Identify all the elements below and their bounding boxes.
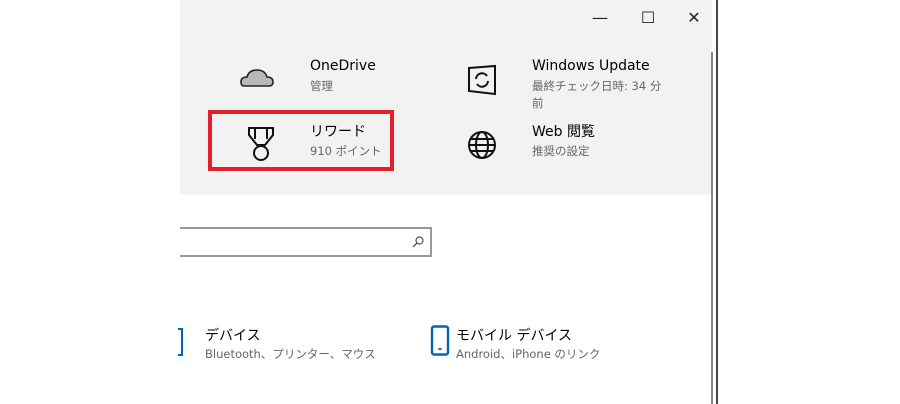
devices-icon (178, 328, 183, 356)
category-title: モバイル デバイス (456, 328, 573, 344)
highlight-box (208, 110, 394, 171)
maximize-button[interactable]: ☐ (638, 8, 658, 28)
phone-icon (430, 325, 450, 356)
tile-title: OneDrive (310, 58, 376, 74)
tile-title: Windows Update (532, 58, 650, 74)
tile-subtitle: 最終チェック日時: 34 分 (532, 79, 662, 93)
search-icon[interactable] (412, 236, 424, 248)
tile-title: Web 閲覧 (532, 124, 595, 140)
tile-subtitle: 管理 (310, 79, 333, 93)
minimize-button[interactable]: — (590, 8, 610, 28)
close-button[interactable]: ✕ (684, 8, 704, 28)
window-border (716, 0, 718, 404)
tile-subtitle: 推奨の設定 (532, 144, 590, 158)
scrollbar[interactable] (711, 52, 713, 404)
tile-subtitle-cont: 前 (532, 96, 544, 110)
category-subtitle: Bluetooth、プリンター、マウス (205, 347, 376, 361)
search-field[interactable] (180, 229, 404, 255)
settings-window: — ☐ ✕ OneDrive 管理 Windows Update 最終チェック日… (178, 0, 716, 404)
cloud-icon (240, 69, 274, 87)
globe-icon (468, 131, 496, 159)
sync-icon (468, 64, 496, 96)
category-title: デバイス (205, 328, 261, 344)
search-input[interactable] (180, 227, 432, 257)
category-subtitle: Android、iPhone のリンク (456, 347, 601, 361)
